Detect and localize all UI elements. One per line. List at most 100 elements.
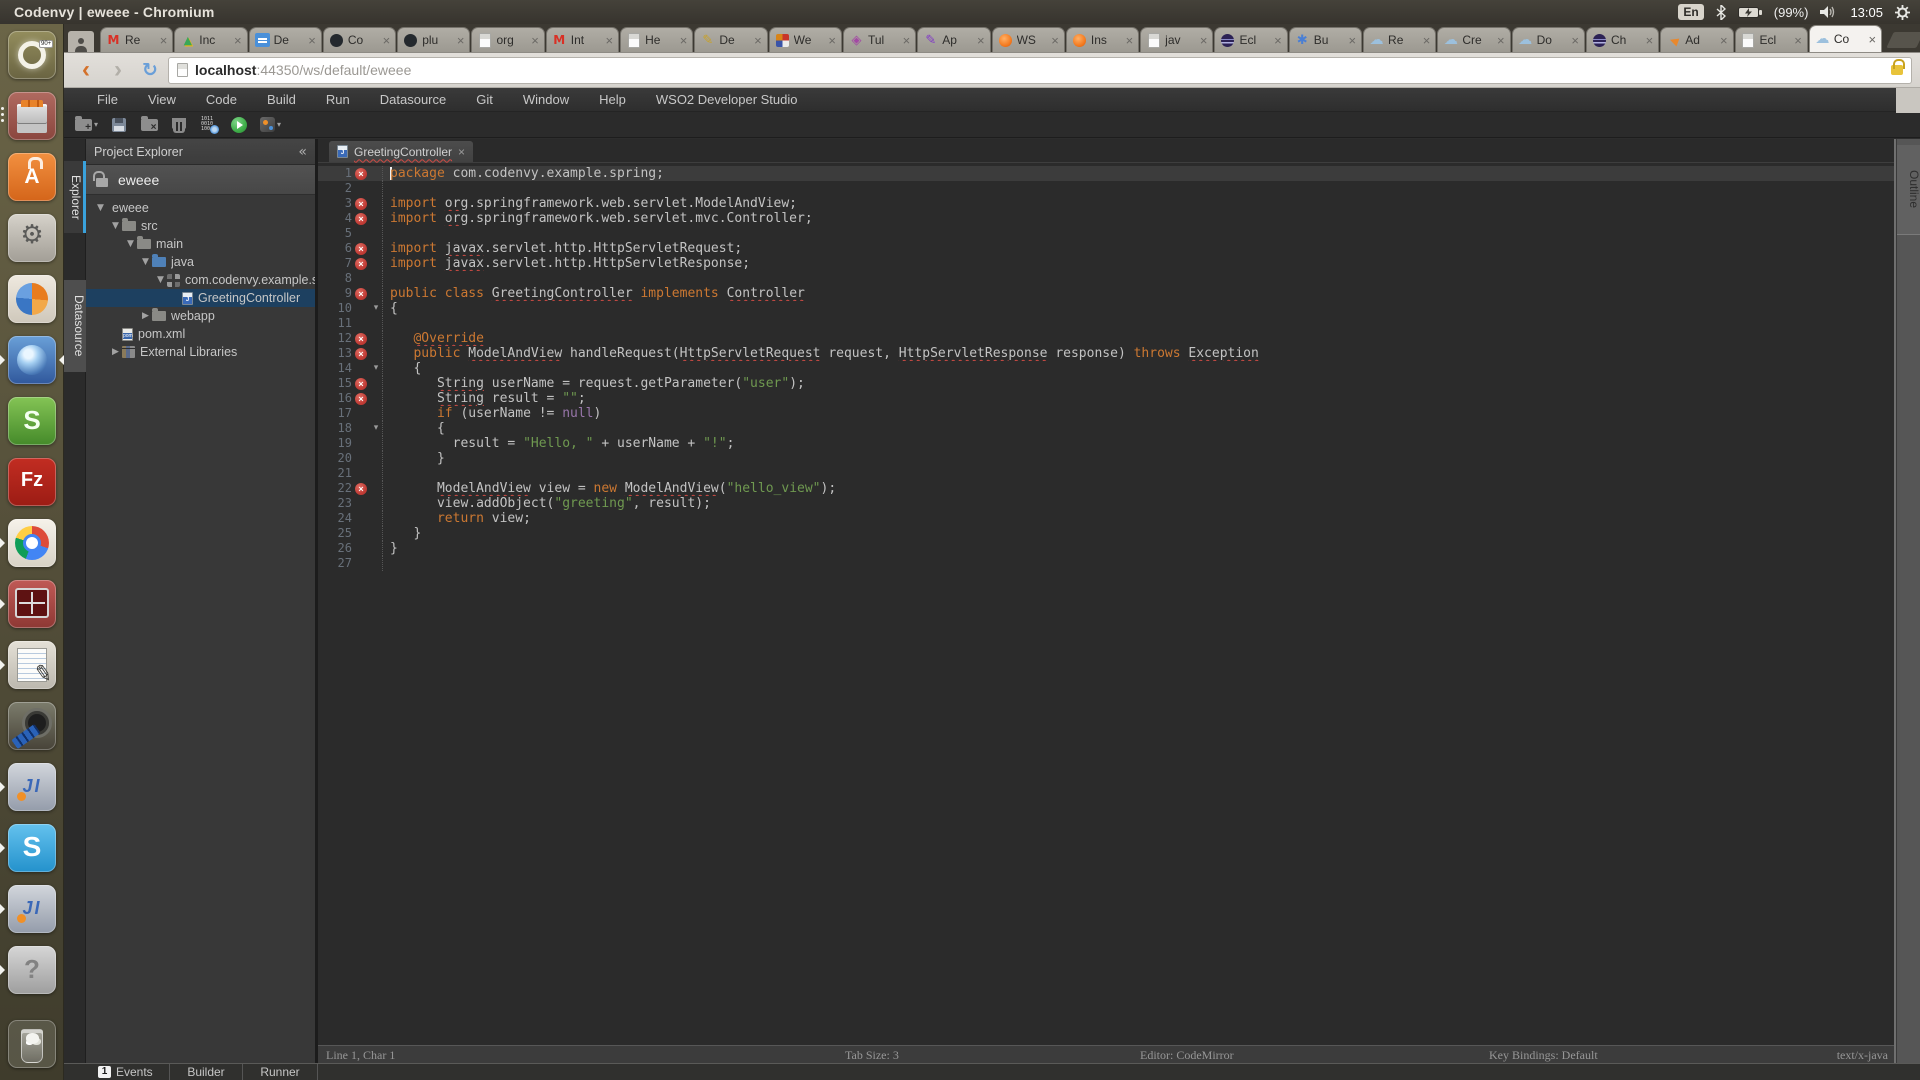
fold-icon[interactable]: ▾	[370, 361, 382, 376]
window-titlebar[interactable]: Codenvy | eweee - Chromium En (99%) 13:0…	[0, 0, 1920, 24]
tab-close-icon[interactable]: ×	[678, 33, 693, 48]
tab-outline[interactable]: Outline	[1897, 145, 1920, 235]
tab-explorer[interactable]: Explorer	[64, 161, 86, 233]
launcher-text-editor[interactable]	[0, 641, 64, 689]
launcher-idea-ide-1[interactable]	[0, 763, 64, 811]
tab-close-icon[interactable]: ×	[306, 33, 321, 48]
code-line[interactable]: 17 if (userName != null)	[318, 406, 1894, 421]
browser-tab[interactable]: Re×	[1363, 27, 1436, 52]
reload-button[interactable]: ↻	[136, 57, 164, 83]
browser-tab[interactable]: We×	[769, 27, 842, 52]
browser-tab[interactable]: Inc×	[174, 27, 247, 52]
code-line[interactable]: 21	[318, 466, 1894, 481]
browser-tab[interactable]: Ch×	[1586, 27, 1659, 52]
code-line[interactable]: 11	[318, 316, 1894, 331]
launcher-terminal-emulator[interactable]	[0, 580, 64, 628]
build-button[interactable]	[197, 114, 221, 136]
error-marker-icon[interactable]: ×	[355, 258, 367, 270]
browser-tab[interactable]: org×	[471, 27, 544, 52]
tab-close-icon[interactable]: ×	[1644, 33, 1659, 48]
tab-close-icon[interactable]: ×	[1421, 33, 1436, 48]
run-button[interactable]	[227, 114, 251, 136]
code-line[interactable]: 10▾{	[318, 301, 1894, 316]
browser-tab[interactable]: plu×	[397, 27, 470, 52]
code-line[interactable]: 8	[318, 271, 1894, 286]
close-tab-icon[interactable]: ×	[458, 145, 465, 159]
error-marker-icon[interactable]: ×	[355, 168, 367, 180]
tab-close-icon[interactable]: ×	[1198, 33, 1213, 48]
bottom-tab-runner[interactable]: Runner	[243, 1064, 318, 1080]
menu-build[interactable]: Build	[252, 92, 311, 107]
launcher-file-manager[interactable]	[0, 92, 64, 140]
volume-icon[interactable]	[1820, 5, 1838, 19]
menu-window[interactable]: Window	[508, 92, 584, 107]
error-marker-icon[interactable]: ×	[355, 198, 367, 210]
code-line[interactable]: 15× String userName = request.getParamet…	[318, 376, 1894, 391]
fold-icon[interactable]: ▾	[370, 421, 382, 436]
tab-close-icon[interactable]: ×	[826, 33, 841, 48]
tab-close-icon[interactable]: ×	[1792, 33, 1807, 48]
tree-item-java[interactable]: ▼java	[86, 253, 315, 271]
tree-toggle-icon[interactable]: ▶	[109, 347, 122, 357]
browser-tab[interactable]: Ap×	[917, 27, 990, 52]
url-text[interactable]: localhost:44350/ws/default/eweee	[195, 62, 411, 78]
error-marker-icon[interactable]: ×	[355, 333, 367, 345]
menu-git[interactable]: Git	[461, 92, 508, 107]
tree-toggle-icon[interactable]: ▶	[139, 311, 152, 321]
code-line[interactable]: 3×import org.springframework.web.servlet…	[318, 196, 1894, 211]
launcher-filezilla[interactable]	[0, 458, 64, 506]
bottom-tab-builder[interactable]: Builder	[170, 1064, 243, 1080]
browser-tab[interactable]: Do×	[1512, 27, 1585, 52]
code-line[interactable]: 26}	[318, 541, 1894, 556]
open-project-button[interactable]: ▾	[72, 114, 101, 136]
code-line[interactable]: 5	[318, 226, 1894, 241]
menu-run[interactable]: Run	[311, 92, 365, 107]
save-button[interactable]	[107, 114, 131, 136]
tab-datasource[interactable]: Datasource	[64, 280, 86, 372]
browser-tab[interactable]: Ins×	[1066, 27, 1139, 52]
code-line[interactable]: 12× @Override	[318, 331, 1894, 346]
menu-help[interactable]: Help	[584, 92, 641, 107]
bluetooth-icon[interactable]	[1716, 5, 1726, 20]
launcher-chromium-browser[interactable]	[0, 336, 64, 384]
tab-close-icon[interactable]: ×	[975, 33, 990, 48]
close-project-button[interactable]	[137, 114, 161, 136]
browser-tab[interactable]: Co×	[1809, 25, 1882, 52]
tab-close-icon[interactable]: ×	[1049, 33, 1064, 48]
code-line[interactable]: 23 view.addObject("greeting", result);	[318, 496, 1894, 511]
new-tab-button[interactable]	[1886, 32, 1920, 48]
lock-icon[interactable]	[1891, 65, 1903, 75]
tree-item-webapp[interactable]: ▶webapp	[86, 307, 315, 325]
code-line[interactable]: 22× ModelAndView view = new ModelAndView…	[318, 481, 1894, 496]
launcher-chrome-browser[interactable]	[0, 519, 64, 567]
code-line[interactable]: 18▾ {	[318, 421, 1894, 436]
tree-item-external-libraries[interactable]: ▶External Libraries	[86, 343, 315, 361]
datasource-button[interactable]: ▾	[257, 114, 284, 136]
code-line[interactable]: 1×package com.codenvy.example.spring;	[318, 166, 1894, 181]
tab-close-icon[interactable]: ×	[1718, 33, 1733, 48]
launcher-green-s-app[interactable]	[0, 397, 64, 445]
tab-close-icon[interactable]: ×	[1124, 33, 1139, 48]
tree-toggle-icon[interactable]: ▼	[154, 275, 167, 285]
launcher-software-center[interactable]	[0, 153, 64, 201]
error-marker-icon[interactable]: ×	[355, 393, 367, 405]
menu-view[interactable]: View	[133, 92, 191, 107]
error-marker-icon[interactable]: ×	[355, 288, 367, 300]
tab-close-icon[interactable]: ×	[381, 33, 396, 48]
browser-tab[interactable]: Int×	[546, 27, 619, 52]
code-line[interactable]: 2	[318, 181, 1894, 196]
menu-wso2-developer-studio[interactable]: WSO2 Developer Studio	[641, 92, 813, 107]
code-line[interactable]: 16× String result = "";	[318, 391, 1894, 406]
launcher-help-viewer[interactable]	[0, 946, 64, 994]
tab-close-icon[interactable]: ×	[158, 33, 173, 48]
tab-close-icon[interactable]: ×	[752, 33, 767, 48]
tree-toggle-icon[interactable]: ▼	[139, 257, 152, 267]
browser-tab[interactable]: Tul×	[843, 27, 916, 52]
browser-tab[interactable]: De×	[694, 27, 767, 52]
code-line[interactable]: 6×import javax.servlet.http.HttpServletR…	[318, 241, 1894, 256]
error-marker-icon[interactable]: ×	[355, 213, 367, 225]
browser-tab[interactable]: jav×	[1140, 27, 1213, 52]
code-line[interactable]: 9×public class GreetingController implem…	[318, 286, 1894, 301]
tree-item-main[interactable]: ▼main	[86, 235, 315, 253]
tab-close-icon[interactable]: ×	[1346, 33, 1361, 48]
